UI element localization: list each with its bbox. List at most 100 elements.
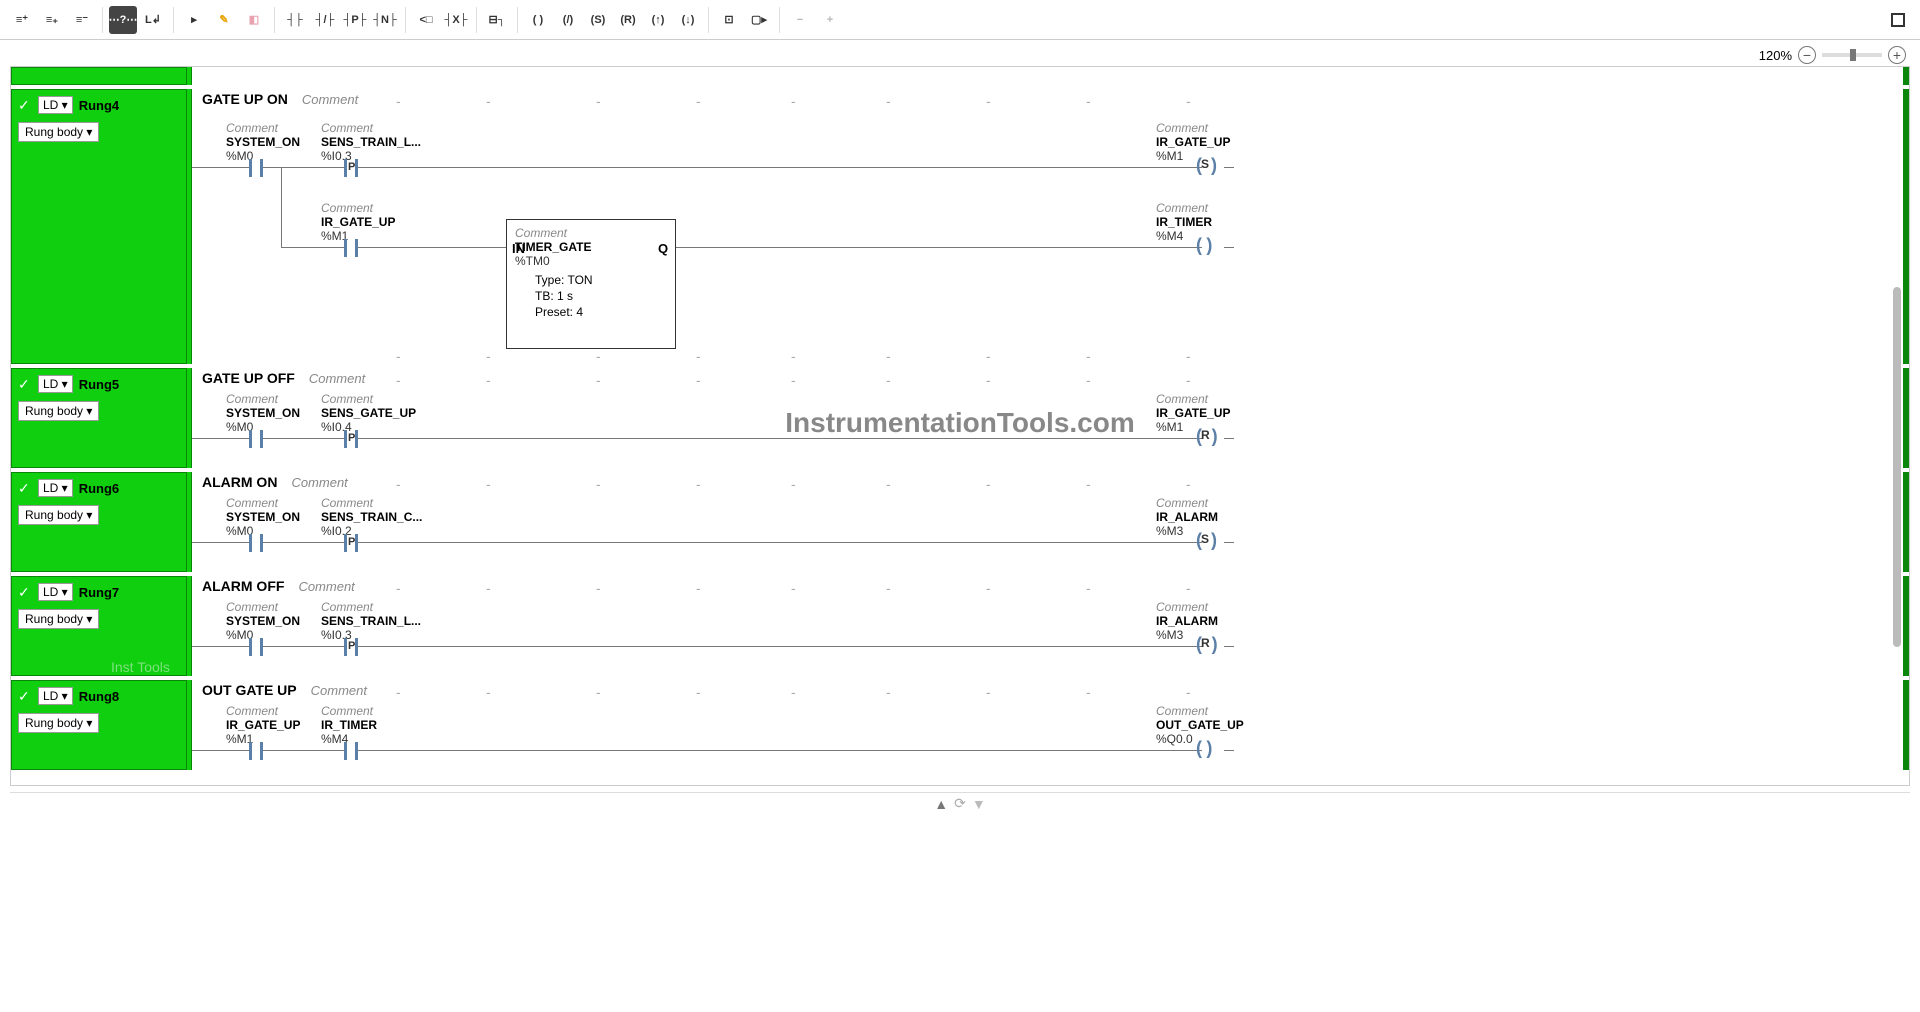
rung-sidebar: ✓ LD ▾ Rung4 Rung body ▾ [11, 89, 186, 364]
contact[interactable] [246, 534, 266, 552]
contact[interactable] [246, 159, 266, 177]
rung-body-dropdown[interactable]: Rung body ▾ [18, 122, 99, 142]
compare-block-icon[interactable]: <□ [412, 6, 440, 34]
delete-rung-icon[interactable]: ≡⁻ [68, 6, 96, 34]
contact[interactable]: P [341, 638, 361, 656]
rung-sidebar: ✓ LD ▾ Rung8 Rung body ▾ [11, 680, 186, 770]
contact[interactable] [246, 742, 266, 760]
contact-no-icon[interactable]: ┤├ [281, 6, 309, 34]
contact[interactable] [341, 742, 361, 760]
contact-label[interactable]: Comment IR_GATE_UP%M1 [226, 704, 300, 746]
plus-icon[interactable]: + [816, 6, 844, 34]
contact[interactable] [246, 430, 266, 448]
coil[interactable]: (R) [1196, 426, 1215, 447]
zoom-slider[interactable] [1822, 53, 1882, 57]
nav-up-icon[interactable]: ▲ [934, 796, 948, 812]
rung-valid-icon: ✓ [18, 376, 34, 392]
xor-contact-icon[interactable]: ┤X├ [442, 6, 470, 34]
rung-name[interactable]: Rung8 [79, 689, 119, 704]
comment-tool-icon[interactable]: ⋯?⋯ [109, 6, 137, 34]
operate-block-icon[interactable]: ⊡ [715, 6, 743, 34]
insert-rung-before-icon[interactable]: ≡⁺ [8, 6, 36, 34]
contact[interactable] [341, 239, 361, 257]
zoom-in-button[interactable]: + [1888, 46, 1906, 64]
rung-title[interactable]: OUT GATE UPComment [202, 682, 367, 698]
rung-title[interactable]: GATE UP OFFComment [202, 370, 365, 386]
rung-name[interactable]: Rung5 [79, 377, 119, 392]
rung-body-dropdown[interactable]: Rung body ▾ [18, 713, 99, 733]
rung-canvas[interactable]: ALARM ONComment---------Comment SYSTEM_O… [186, 472, 1909, 572]
contact[interactable] [246, 638, 266, 656]
coil-reset-icon[interactable]: (R) [614, 6, 642, 34]
rung-title[interactable]: GATE UP ONComment [202, 91, 358, 107]
rung-valid-icon: ✓ [18, 480, 34, 496]
coil[interactable]: (S) [1196, 530, 1214, 551]
bottom-nav: ▲ ⟳ ▼ [10, 792, 1910, 814]
minus-icon[interactable]: − [786, 6, 814, 34]
nav-sync-icon[interactable]: ⟳ [954, 795, 966, 812]
contact-nc-icon[interactable]: ┤/├ [311, 6, 339, 34]
language-dropdown[interactable]: LD ▾ [38, 375, 73, 393]
rung-body-dropdown[interactable]: Rung body ▾ [18, 505, 99, 525]
pointer-tool-icon[interactable]: ▸ [180, 6, 208, 34]
erase-tool-icon[interactable]: ◧ [240, 6, 268, 34]
function-block-icon[interactable]: ⊟┐ [483, 6, 511, 34]
contact-label[interactable]: Comment SENS_TRAIN_L...%I0.3 [321, 600, 421, 642]
contact-label[interactable]: Comment SYSTEM_ON%M0 [226, 392, 300, 434]
insert-rung-after-icon[interactable]: ≡₊ [38, 6, 66, 34]
coil[interactable]: (S) [1196, 155, 1214, 176]
coil-label[interactable]: Comment IR_GATE_UP%M1 [1156, 121, 1230, 163]
rung-canvas[interactable]: GATE UP ONComment------------------Comme… [186, 89, 1909, 364]
coil-neg-icon[interactable]: (/) [554, 6, 582, 34]
coil[interactable]: ( ) [1196, 738, 1209, 759]
rung-title[interactable]: ALARM OFFComment [202, 578, 355, 594]
rung-body-dropdown[interactable]: Rung body ▾ [18, 609, 99, 629]
contact-label[interactable]: Comment IR_TIMER%M4 [321, 704, 377, 746]
contact-label[interactable]: Comment SYSTEM_ON%M0 [226, 600, 300, 642]
rung-name[interactable]: Rung7 [79, 585, 119, 600]
rung-title[interactable]: ALARM ONComment [202, 474, 348, 490]
coil[interactable]: ( ) [1196, 235, 1209, 256]
timer-q-label: Q [658, 241, 668, 256]
rung-canvas[interactable]: OUT GATE UPComment---------Comment IR_GA… [186, 680, 1909, 770]
rung-sidebar: ✓ LD ▾ Rung5 Rung body ▾ [11, 368, 186, 468]
language-dropdown[interactable]: LD ▾ [38, 687, 73, 705]
rung-name[interactable]: Rung4 [79, 98, 119, 113]
contact-label[interactable]: Comment SENS_TRAIN_C...%I0.2 [321, 496, 422, 538]
contact[interactable]: P [341, 534, 361, 552]
contact-label[interactable]: Comment SENS_TRAIN_L...%I0.3 [321, 121, 421, 163]
timer-block[interactable]: Comment TIMER_GATE %TM0 Type: TONTB: 1 s… [506, 219, 676, 349]
language-dropdown[interactable]: LD ▾ [38, 479, 73, 497]
zoom-percent: 120% [1759, 48, 1792, 63]
rung-sidebar: ✓ LD ▾ Rung6 Rung body ▾ [11, 472, 186, 572]
contact-label[interactable]: Comment SYSTEM_ON%M0 [226, 121, 300, 163]
coil-falling-icon[interactable]: (↓) [674, 6, 702, 34]
language-dropdown[interactable]: LD ▾ [38, 96, 73, 114]
rung-body-dropdown[interactable]: Rung body ▾ [18, 401, 99, 421]
coil-set-icon[interactable]: (S) [584, 6, 612, 34]
coil-rising-icon[interactable]: (↑) [644, 6, 672, 34]
contact-label[interactable]: Comment IR_GATE_UP%M1 [321, 201, 395, 243]
vertical-scrollbar[interactable] [1893, 67, 1901, 785]
language-dropdown[interactable]: LD ▾ [38, 583, 73, 601]
maximize-icon[interactable] [1884, 6, 1912, 34]
coil[interactable]: (R) [1196, 634, 1215, 655]
contact[interactable]: P [341, 159, 361, 177]
branch-tool-icon[interactable]: L↲ [139, 6, 167, 34]
coil-icon[interactable]: ( ) [524, 6, 552, 34]
coil-label[interactable]: Comment IR_GATE_UP%M1 [1156, 392, 1230, 434]
draw-tool-icon[interactable]: ✎ [210, 6, 238, 34]
zoom-out-button[interactable]: − [1798, 46, 1816, 64]
contact-falling-icon[interactable]: ┤N├ [371, 6, 399, 34]
ladder-editor: InstrumentationTools.com Inst Tools ✓ LD… [10, 66, 1910, 786]
contact-label[interactable]: Comment SENS_GATE_UP%I0.4 [321, 392, 416, 434]
rung-canvas[interactable]: GATE UP OFFComment---------Comment SYSTE… [186, 368, 1909, 468]
contact-rising-icon[interactable]: ┤P├ [341, 6, 369, 34]
contact[interactable]: P [341, 430, 361, 448]
contact-label[interactable]: Comment SYSTEM_ON%M0 [226, 496, 300, 538]
rung-canvas[interactable]: ALARM OFFComment---------Comment SYSTEM_… [186, 576, 1909, 676]
nav-down-icon[interactable]: ▼ [972, 796, 986, 812]
rung-valid-icon: ✓ [18, 688, 34, 704]
jump-block-icon[interactable]: ▢▸ [745, 6, 773, 34]
rung-name[interactable]: Rung6 [79, 481, 119, 496]
